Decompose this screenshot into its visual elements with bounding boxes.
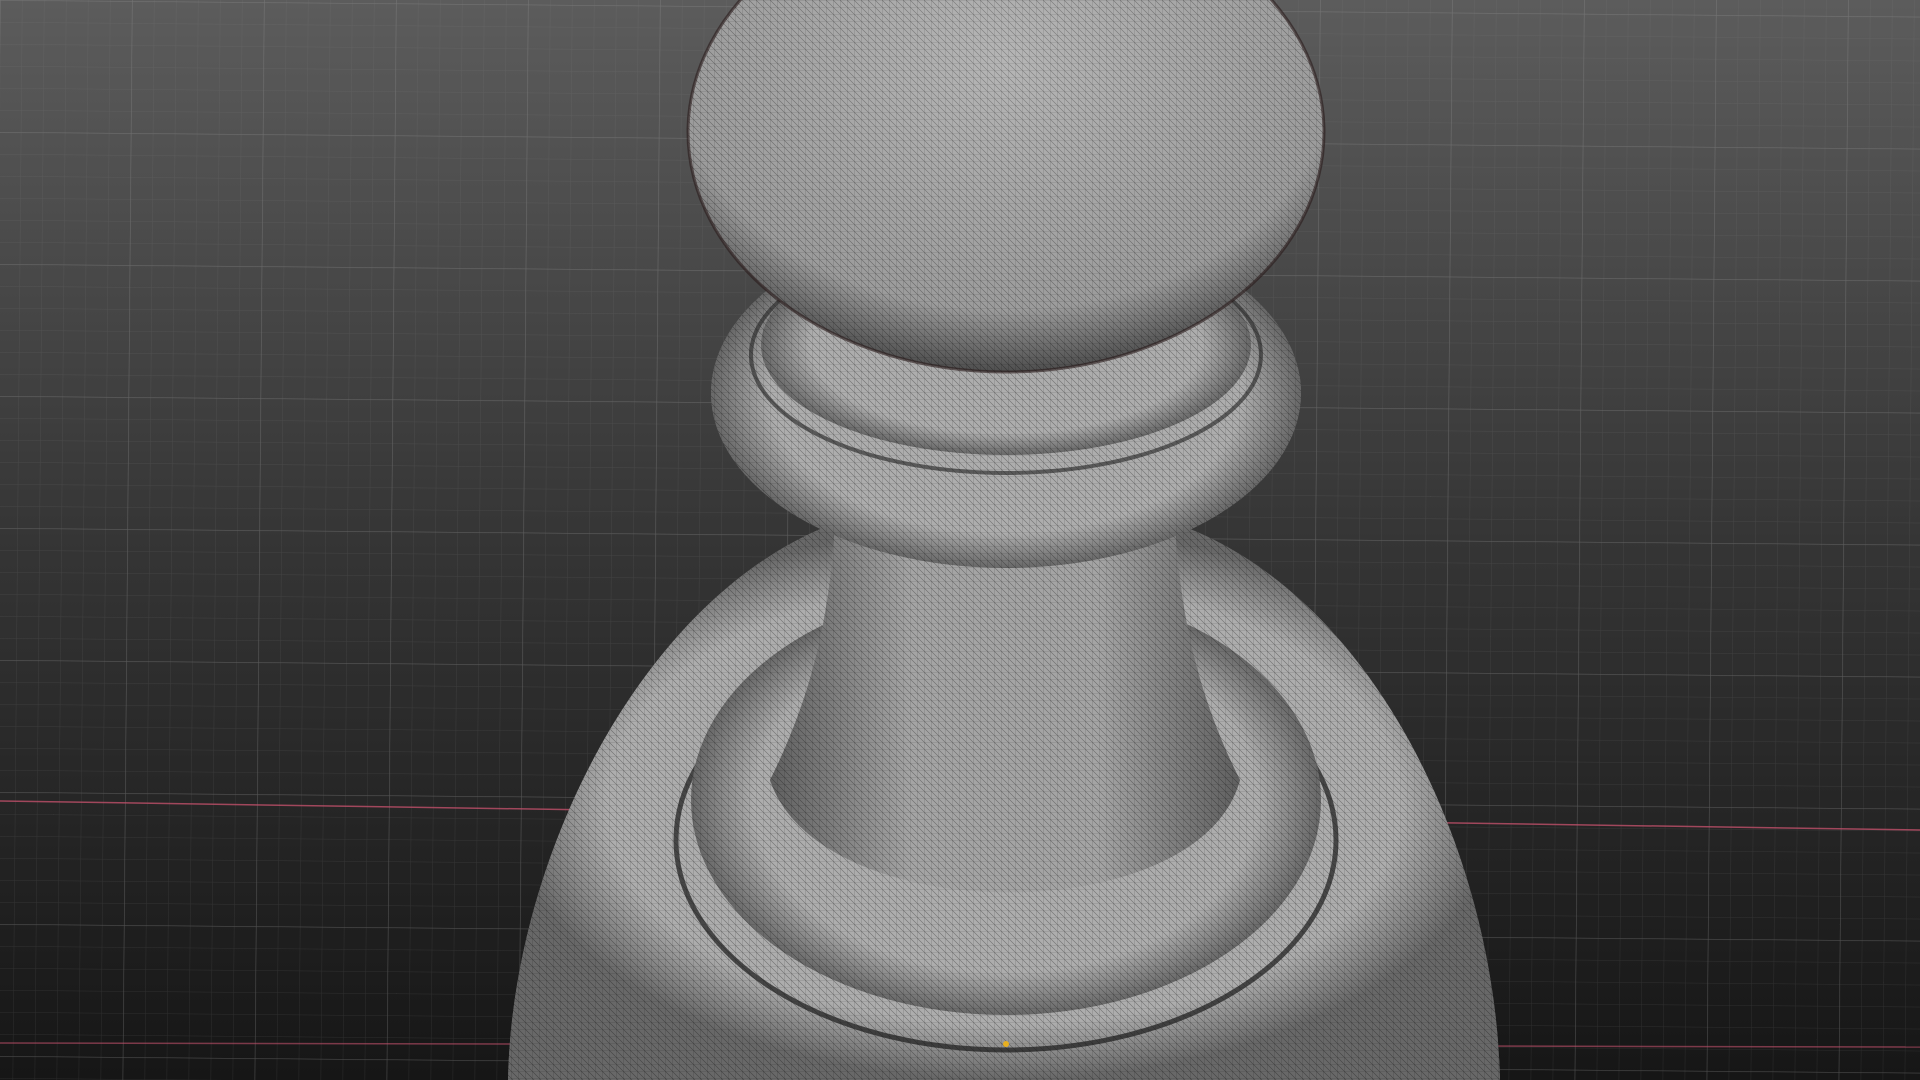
3d-viewport[interactable] [0, 0, 1920, 1080]
pawn-neck[interactable] [770, 520, 1240, 893]
viewport-canvas[interactable] [0, 0, 1920, 1080]
selected-vertex[interactable] [1003, 1041, 1009, 1047]
